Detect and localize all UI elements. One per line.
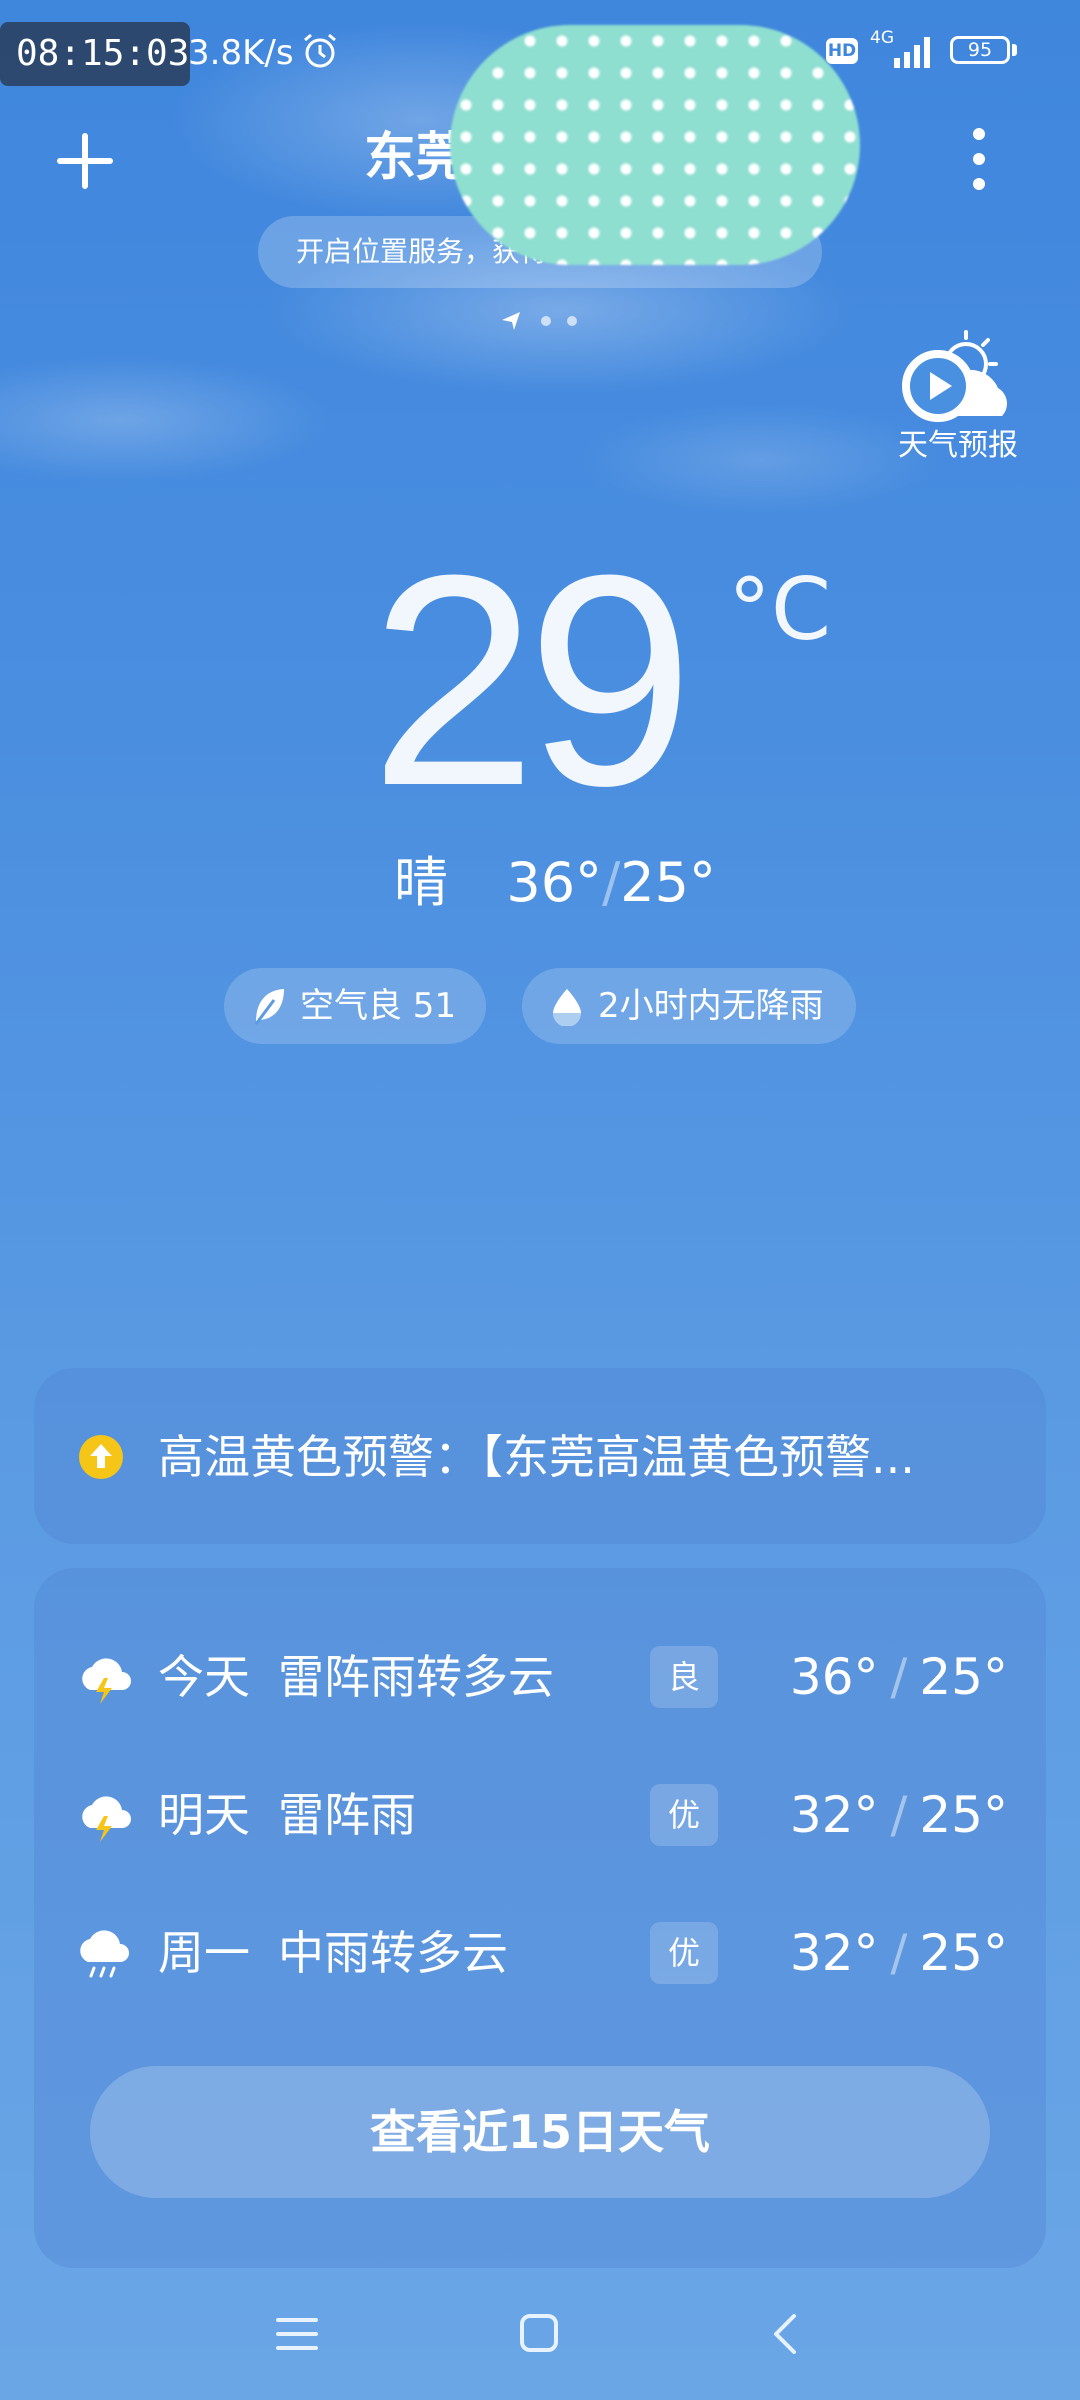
water-drop-icon [553, 989, 581, 1026]
status-time: 08:15:03 [0, 22, 190, 86]
page-indicator [502, 312, 577, 330]
air-quality-badge: 优 [650, 1784, 718, 1846]
warning-up-arrow-icon [79, 1435, 123, 1479]
alarm-icon [304, 33, 336, 68]
back-icon[interactable] [770, 2312, 800, 2356]
forecast-low: 25° [919, 1786, 1008, 1844]
forecast-day: 周一 [158, 1926, 250, 1980]
temperature-unit: °C [728, 560, 832, 660]
hd-badge: HD [826, 38, 858, 64]
forecast-row-today[interactable]: 今天 雷阵雨转多云 良 36°/25° [34, 1632, 1046, 1722]
forecast-day: 今天 [158, 1650, 250, 1704]
leaf-icon [254, 989, 284, 1025]
forecast-high: 32° [789, 1786, 879, 1844]
forecast-temps: 32°/25° [790, 1918, 1008, 1988]
air-quality-badge: 良 [650, 1646, 718, 1708]
home-icon[interactable] [518, 2312, 560, 2354]
location-arrow-icon [502, 312, 520, 330]
temp-separator: / [890, 1786, 908, 1844]
air-quality-badge: 优 [650, 1922, 718, 1984]
forecast-temps: 32°/25° [790, 1780, 1008, 1850]
rain-icon [80, 1930, 129, 1978]
menu-icon[interactable] [274, 2314, 320, 2354]
rain-forecast-text: 2小时内无降雨 [598, 986, 824, 1026]
air-quality-text: 空气良 51 [300, 986, 457, 1026]
view-15-day-button[interactable]: 查看近15日天气 [90, 2066, 990, 2198]
forecast-condition: 雷阵雨转多云 [278, 1650, 554, 1704]
forecast-low: 25° [919, 1648, 1008, 1706]
forecast-video-label[interactable]: 天气预报 [888, 420, 1028, 464]
air-quality-pill[interactable]: 空气良 51 [224, 968, 486, 1044]
battery-level: 95 [967, 39, 993, 61]
today-low: 25° [620, 851, 716, 914]
weather-alert-text[interactable]: 高温黄色预警：【东莞高温黄色预警... [158, 1422, 988, 1492]
forecast-row-monday[interactable]: 周一 中雨转多云 优 32°/25° [34, 1908, 1046, 1998]
today-high: 36° [506, 851, 603, 914]
battery-tip [1012, 44, 1017, 56]
forecast-low: 25° [919, 1924, 1008, 1982]
temp-separator: / [602, 851, 621, 914]
condition-summary: 晴 36°/25° [394, 848, 716, 918]
forecast-condition: 雷阵雨 [278, 1788, 416, 1842]
thunderstorm-icon [82, 1796, 131, 1842]
forecast-high: 36° [789, 1648, 879, 1706]
network-type: 4G [870, 28, 894, 48]
current-temperature: 29 [370, 512, 694, 848]
signal-icon [894, 37, 930, 68]
forecast-row-tomorrow[interactable]: 明天 雷阵雨 优 32°/25° [34, 1770, 1046, 1860]
add-city-button[interactable] [52, 128, 118, 194]
battery-icon: 95 [950, 36, 1010, 64]
forecast-temps: 36°/25° [790, 1642, 1008, 1712]
network-speed: 3.8K/s [188, 33, 294, 73]
thunderstorm-icon [82, 1658, 131, 1704]
forecast-high: 32° [789, 1924, 879, 1982]
condition-text: 晴 [394, 851, 448, 914]
more-icon[interactable] [956, 122, 1002, 196]
forecast-day: 明天 [158, 1788, 250, 1842]
privacy-mask [450, 25, 860, 265]
temp-separator: / [890, 1924, 908, 1982]
rain-forecast-pill[interactable]: 2小时内无降雨 [522, 968, 856, 1044]
temp-separator: / [890, 1648, 908, 1706]
forecast-condition: 中雨转多云 [278, 1926, 508, 1980]
